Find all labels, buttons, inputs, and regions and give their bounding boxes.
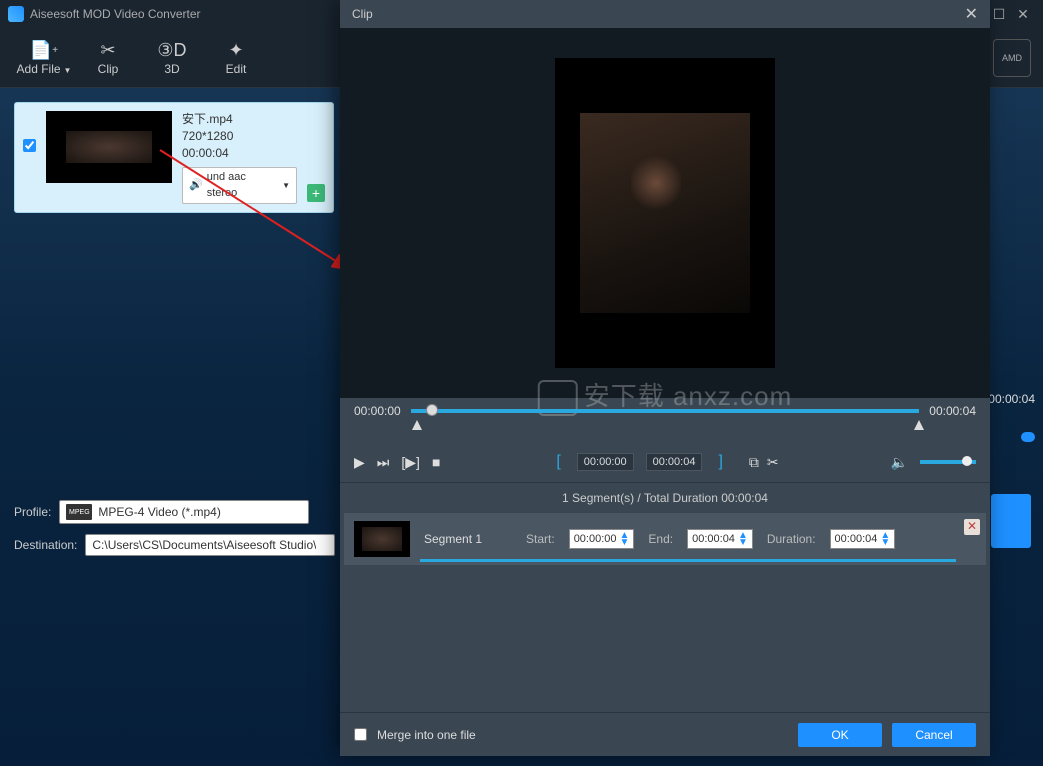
timeline-start: 00:00:00	[354, 404, 401, 418]
merge-checkbox[interactable]	[354, 728, 367, 741]
timeline-track[interactable]	[411, 409, 920, 413]
cut-button[interactable]: ✂	[767, 454, 779, 471]
side-toggle[interactable]	[1007, 432, 1035, 444]
3d-label: 3D	[164, 62, 179, 76]
segment-start-label: Start:	[526, 532, 555, 546]
segment-duration-field[interactable]: 00:00:04▲▼	[830, 529, 896, 549]
file-name: 安下.mp4	[182, 111, 297, 128]
add-segment-button[interactable]: +	[307, 184, 325, 202]
clip-titlebar: Clip ✕	[340, 0, 990, 28]
step-button[interactable]: [▶]	[401, 454, 420, 471]
out-time[interactable]: 00:00:04	[646, 453, 703, 471]
volume-slider[interactable]	[920, 460, 976, 464]
file-resolution: 720*1280	[182, 128, 297, 145]
clip-footer: Merge into one file OK Cancel	[340, 712, 990, 756]
edit-button[interactable]: ✦ Edit	[204, 40, 268, 76]
convert-button[interactable]	[991, 494, 1031, 548]
profile-label: Profile:	[14, 505, 51, 519]
file-thumbnail	[46, 111, 172, 183]
file-list-item[interactable]: 安下.mp4 720*1280 00:00:04 🔊 und aac stere…	[14, 102, 334, 213]
speaker-icon: 🔊	[189, 178, 203, 193]
add-file-icon: 📄+	[12, 40, 76, 62]
clip-dialog: Clip ✕ 安下载 anxz.com 00:00:00 00:00:04 ▶ …	[340, 0, 990, 756]
segment-end-label: End:	[648, 532, 673, 546]
stop-button[interactable]: ■	[432, 454, 440, 470]
playhead-knob[interactable]	[426, 404, 438, 416]
clip-button[interactable]: ✂ Clip	[76, 40, 140, 76]
magic-wand-icon: ✦	[204, 40, 268, 62]
set-in-button[interactable]: [	[552, 453, 564, 471]
video-preview	[555, 58, 775, 368]
clip-close-button[interactable]: ✕	[965, 4, 978, 24]
out-marker-icon[interactable]	[914, 420, 924, 430]
audio-track-dropdown[interactable]: 🔊 und aac stereo ▼	[182, 167, 297, 204]
segment-progress-bar	[420, 559, 956, 562]
side-timecode: 00:00:04	[988, 392, 1035, 406]
mpeg-icon: MPEG	[66, 504, 92, 520]
destination-label: Destination:	[14, 538, 77, 552]
volume-icon[interactable]: 🔈	[891, 454, 908, 471]
close-button[interactable]: ✕	[1011, 6, 1035, 23]
edit-label: Edit	[226, 62, 247, 76]
segment-thumbnail	[354, 521, 410, 557]
segment-duration-label: Duration:	[767, 532, 816, 546]
maximize-button[interactable]: ☐	[987, 6, 1011, 23]
preview-area: 安下载 anxz.com	[340, 28, 990, 398]
segment-delete-button[interactable]: ✕	[964, 519, 980, 535]
in-marker-icon[interactable]	[412, 420, 422, 430]
segment-summary: 1 Segment(s) / Total Duration 00:00:04	[340, 482, 990, 513]
merge-label: Merge into one file	[377, 728, 476, 742]
segment-end-field[interactable]: 00:00:04▲▼	[687, 529, 753, 549]
clip-dialog-title: Clip	[352, 7, 373, 21]
3d-button[interactable]: ③D 3D	[140, 40, 204, 76]
next-frame-button[interactable]: ⏭	[377, 454, 390, 471]
segment-start-field[interactable]: 00:00:00▲▼	[569, 529, 635, 549]
profile-dropdown[interactable]: MPEG MPEG-4 Video (*.mp4)	[59, 500, 309, 524]
add-file-button[interactable]: 📄+ Add File▼	[12, 40, 76, 76]
split-button[interactable]: ⧉	[749, 454, 759, 471]
destination-field[interactable]: C:\Users\CS\Documents\Aiseesoft Studio\	[85, 534, 335, 556]
3d-icon: ③D	[140, 40, 204, 62]
file-checkbox[interactable]	[23, 139, 36, 152]
timeline[interactable]: 00:00:00 00:00:04	[340, 398, 990, 420]
in-time[interactable]: 00:00:00	[577, 453, 634, 471]
timeline-end: 00:00:04	[929, 404, 976, 418]
cancel-button[interactable]: Cancel	[892, 723, 976, 747]
segment-row[interactable]: Segment 1 Start: 00:00:00▲▼ End: 00:00:0…	[344, 513, 986, 565]
ok-button[interactable]: OK	[798, 723, 882, 747]
file-metadata: 安下.mp4 720*1280 00:00:04 🔊 und aac stere…	[182, 111, 297, 204]
segment-name: Segment 1	[424, 532, 512, 546]
scissors-icon: ✂	[76, 40, 140, 62]
play-button[interactable]: ▶	[354, 454, 365, 471]
add-file-label: Add File	[17, 62, 61, 76]
app-logo-icon	[8, 6, 24, 22]
clip-label: Clip	[98, 62, 119, 76]
amd-badge: AMD	[993, 39, 1031, 77]
file-duration: 00:00:04	[182, 145, 297, 162]
set-out-button[interactable]: ]	[714, 453, 726, 471]
playback-controls: ▶ ⏭ [▶] ■ [ 00:00:00 00:00:04 ] ⧉ ✂ 🔈	[340, 442, 990, 482]
